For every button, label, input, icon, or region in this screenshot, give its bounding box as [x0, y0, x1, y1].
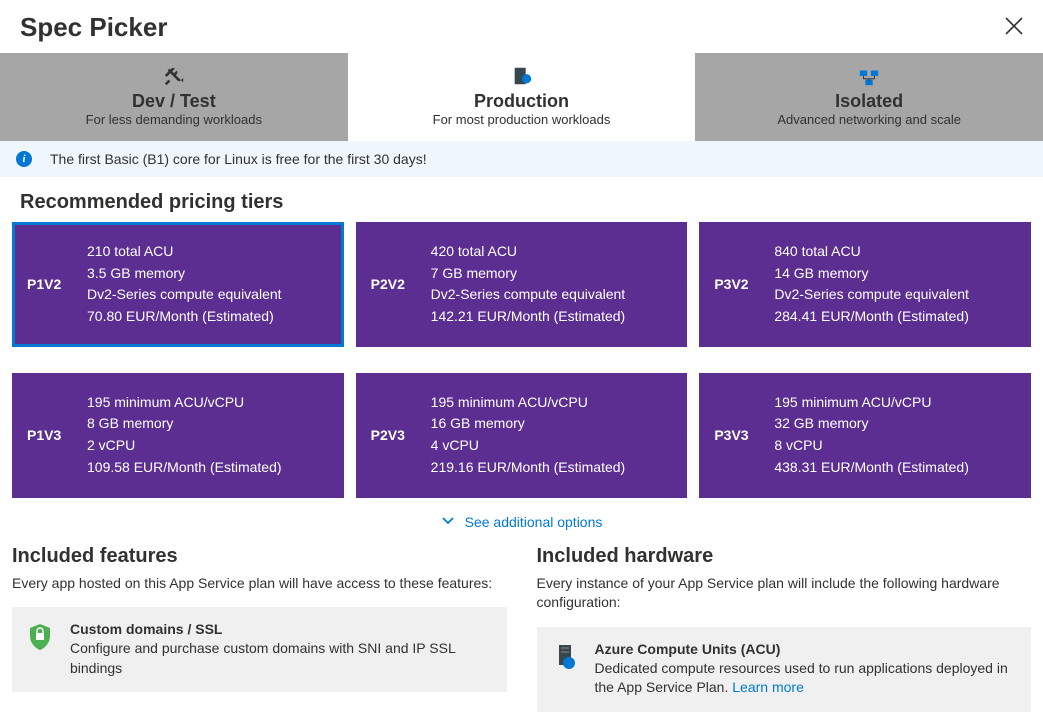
- tier-code: P1V2: [27, 276, 87, 292]
- hardware-acu-card: Azure Compute Units (ACU) Dedicated comp…: [537, 627, 1032, 712]
- tier-specs: 195 minimum ACU/vCPU 16 GB memory 4 vCPU…: [431, 392, 626, 479]
- chevron-down-icon: [441, 514, 455, 531]
- included-features-section: Included features Every app hosted on th…: [12, 545, 507, 712]
- tab-subtitle: For less demanding workloads: [0, 112, 348, 127]
- tier-p1v3[interactable]: P1V3 195 minimum ACU/vCPU 8 GB memory 2 …: [12, 373, 344, 498]
- tier-specs: 840 total ACU 14 GB memory Dv2-Series co…: [774, 241, 969, 328]
- feature-card-title: Custom domains / SSL: [70, 621, 491, 637]
- feature-card-desc: Configure and purchase custom domains wi…: [70, 639, 491, 678]
- recommended-title: Recommended pricing tiers: [0, 177, 1043, 222]
- close-icon: [1005, 17, 1023, 35]
- tier-specs: 195 minimum ACU/vCPU 8 GB memory 2 vCPU …: [87, 392, 282, 479]
- feature-custom-domains: Custom domains / SSL Configure and purch…: [12, 607, 507, 692]
- hardware-card-title: Azure Compute Units (ACU): [595, 641, 1016, 657]
- tab-title: Dev / Test: [0, 91, 348, 112]
- features-title: Included features: [12, 545, 507, 568]
- tier-code: P2V2: [371, 276, 431, 292]
- features-desc: Every app hosted on this App Service pla…: [12, 574, 507, 594]
- hardware-title: Included hardware: [537, 545, 1032, 568]
- tier-p1v2[interactable]: P1V2 210 total ACU 3.5 GB memory Dv2-Ser…: [12, 222, 344, 347]
- info-icon: i: [16, 151, 32, 167]
- tier-specs: 420 total ACU 7 GB memory Dv2-Series com…: [431, 241, 626, 328]
- tab-isolated[interactable]: Isolated Advanced networking and scale: [695, 53, 1043, 141]
- see-additional-options[interactable]: See additional options: [0, 498, 1043, 539]
- network-icon: [695, 65, 1043, 87]
- page-title: Spec Picker: [20, 12, 167, 43]
- tier-specs: 195 minimum ACU/vCPU 32 GB memory 8 vCPU…: [774, 392, 969, 479]
- tier-p3v3[interactable]: P3V3 195 minimum ACU/vCPU 32 GB memory 8…: [699, 373, 1031, 498]
- pricing-tiers-grid: P1V2 210 total ACU 3.5 GB memory Dv2-Ser…: [0, 222, 1043, 347]
- hardware-card-desc: Dedicated compute resources used to run …: [595, 659, 1016, 698]
- tab-production[interactable]: Production For most production workloads: [348, 53, 696, 141]
- learn-more-link[interactable]: Learn more: [732, 679, 804, 695]
- workload-tabs: Dev / Test For less demanding workloads …: [0, 53, 1043, 141]
- tier-specs: 210 total ACU 3.5 GB memory Dv2-Series c…: [87, 241, 282, 328]
- tier-code: P3V2: [714, 276, 774, 292]
- tier-code: P2V3: [371, 427, 431, 443]
- tier-p2v2[interactable]: P2V2 420 total ACU 7 GB memory Dv2-Serie…: [356, 222, 688, 347]
- info-text: The first Basic (B1) core for Linux is f…: [50, 151, 427, 167]
- tab-title: Isolated: [695, 91, 1043, 112]
- info-bar: i The first Basic (B1) core for Linux is…: [0, 141, 1043, 177]
- close-button[interactable]: [1005, 15, 1023, 41]
- tab-subtitle: For most production workloads: [348, 112, 696, 127]
- server-icon: [348, 65, 696, 87]
- tier-code: P1V3: [27, 427, 87, 443]
- included-hardware-section: Included hardware Every instance of your…: [537, 545, 1032, 712]
- tier-code: P3V3: [714, 427, 774, 443]
- shield-icon: [28, 623, 52, 654]
- hardware-desc: Every instance of your App Service plan …: [537, 574, 1032, 613]
- tab-dev-test[interactable]: Dev / Test For less demanding workloads: [0, 53, 348, 141]
- tab-subtitle: Advanced networking and scale: [695, 112, 1043, 127]
- pricing-tiers-grid-2: P1V3 195 minimum ACU/vCPU 8 GB memory 2 …: [0, 373, 1043, 498]
- tier-p2v3[interactable]: P2V3 195 minimum ACU/vCPU 16 GB memory 4…: [356, 373, 688, 498]
- tools-icon: [0, 65, 348, 87]
- compute-icon: [553, 643, 577, 674]
- tab-title: Production: [348, 91, 696, 112]
- tier-p3v2[interactable]: P3V2 840 total ACU 14 GB memory Dv2-Seri…: [699, 222, 1031, 347]
